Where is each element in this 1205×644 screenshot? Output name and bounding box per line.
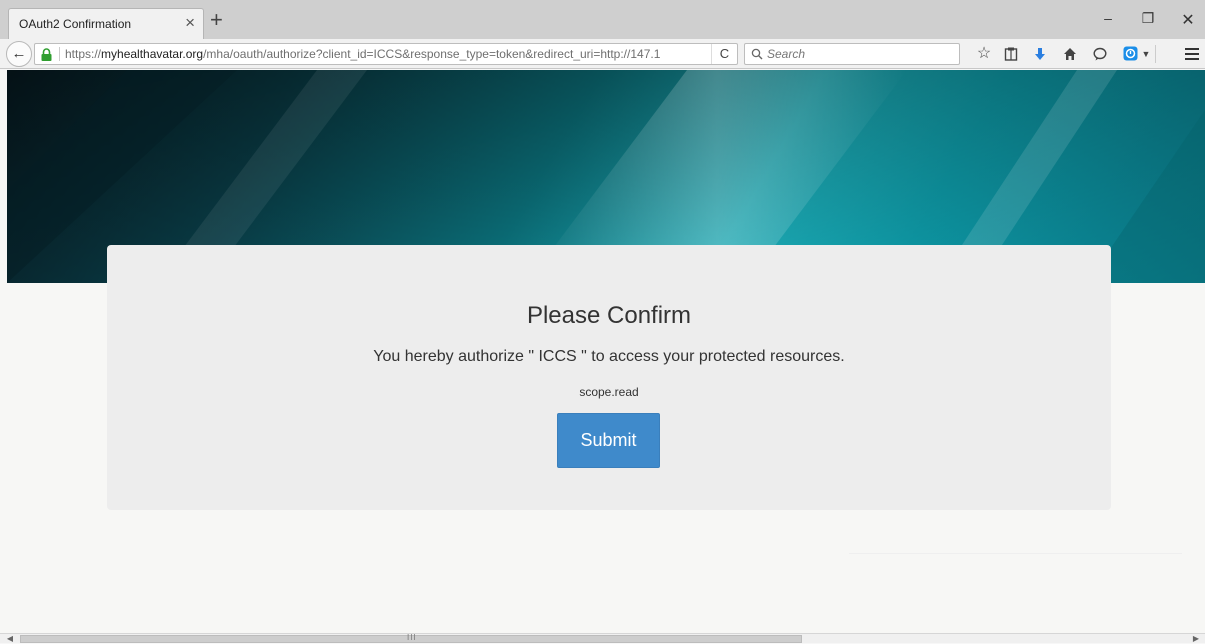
url-path: /mha/oauth/authorize?client_id=ICCS&resp… [203, 47, 661, 61]
new-tab-icon[interactable]: + [210, 9, 223, 31]
scrollbar-thumb[interactable]: III [20, 633, 802, 643]
url-host: myhealthavatar.org [101, 47, 204, 61]
browser-titlebar: OAuth2 Confirmation × + – ❐ ✕ [0, 0, 1205, 39]
divider [849, 553, 1182, 554]
reading-list-icon[interactable] [1001, 44, 1021, 64]
scope-label: scope.read [579, 385, 639, 399]
chat-icon[interactable] [1090, 44, 1110, 64]
url-text[interactable]: https://myhealthavatar.org/mha/oauth/aut… [65, 44, 660, 64]
reload-icon[interactable]: C [711, 44, 737, 64]
minimize-window-button[interactable]: – [1088, 10, 1128, 26]
back-button[interactable]: ← [6, 41, 32, 67]
lock-icon [41, 48, 52, 61]
toolbar-divider [1155, 45, 1156, 63]
url-prefix: https:// [65, 47, 102, 61]
confirm-card: Please Confirm You hereby authorize " IC… [107, 245, 1111, 510]
url-separator [59, 47, 60, 61]
confirm-message: You hereby authorize " ICCS " to access … [373, 348, 845, 365]
close-window-button[interactable]: ✕ [1168, 10, 1205, 30]
submit-button[interactable]: Submit [557, 413, 660, 468]
chevron-down-icon[interactable]: ▼ [1138, 44, 1154, 64]
search-icon [751, 48, 763, 60]
search-input[interactable] [767, 44, 952, 64]
search-bar[interactable] [744, 43, 960, 65]
maximize-window-button[interactable]: ❐ [1128, 10, 1168, 27]
home-icon[interactable] [1060, 44, 1080, 64]
page-content: Please Confirm You hereby authorize " IC… [0, 70, 1205, 633]
bookmark-star-icon[interactable]: ☆ [974, 44, 994, 64]
back-arrow-icon: ← [11, 45, 27, 62]
scrollbar-grip: III [407, 633, 417, 642]
tab-oauth2-confirmation[interactable]: OAuth2 Confirmation × [8, 8, 204, 39]
tab-close-icon[interactable]: × [185, 13, 195, 33]
browser-navbar: ← https://myhealthavatar.org/mha/oauth/a… [0, 39, 1205, 69]
confirm-title: Please Confirm [526, 302, 692, 329]
pocket-icon[interactable] [1120, 44, 1140, 64]
tab-title: OAuth2 Confirmation [19, 17, 132, 31]
hamburger-menu-icon[interactable] [1182, 44, 1202, 64]
horizontal-scrollbar[interactable]: ◀ III ▶ [0, 633, 1205, 643]
address-bar[interactable]: https://myhealthavatar.org/mha/oauth/aut… [34, 43, 738, 65]
download-icon[interactable] [1030, 44, 1050, 64]
